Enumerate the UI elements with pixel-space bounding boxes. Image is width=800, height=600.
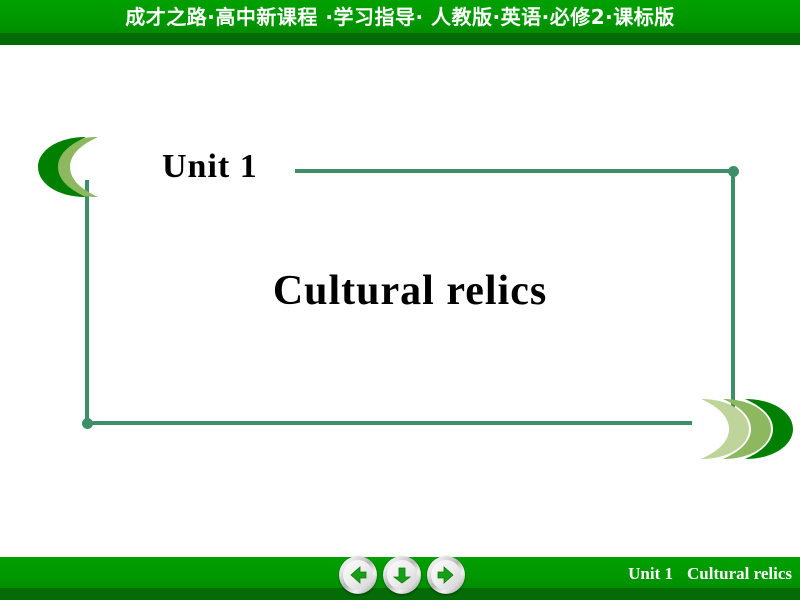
arrow-down-icon (392, 567, 412, 584)
footer-unit-label: Unit 1 (628, 564, 674, 583)
next-step-button[interactable] (383, 556, 421, 594)
header-band-shadow (0, 33, 800, 45)
frame-corner-dot-bottom-left (82, 418, 93, 429)
chevron-right-decoration-icon (701, 399, 793, 459)
frame-line-top (295, 169, 735, 173)
footer-title-label: Cultural relics (687, 564, 792, 583)
header-title: 成才之路·高中新课程 ·学习指导· 人教版·英语·必修2·课标版 (125, 5, 675, 29)
presentation-slide: 成才之路·高中新课程 ·学习指导· 人教版·英语·必修2·课标版 Unit 1 … (0, 0, 800, 600)
chevron-left-decoration-icon (38, 137, 98, 197)
arrow-right-icon (437, 566, 454, 584)
slide-navigation-bar (339, 556, 465, 594)
next-slide-button[interactable] (427, 556, 465, 594)
previous-slide-button[interactable] (339, 556, 377, 594)
footer-caption: Unit 1 Cultural relics (628, 559, 792, 589)
page-title: Cultural relics (272, 268, 548, 314)
unit-label: Unit 1 (162, 148, 258, 185)
frame-line-bottom (85, 421, 692, 425)
frame-corner-dot-top-right (728, 166, 739, 177)
arrow-left-icon (350, 566, 367, 584)
